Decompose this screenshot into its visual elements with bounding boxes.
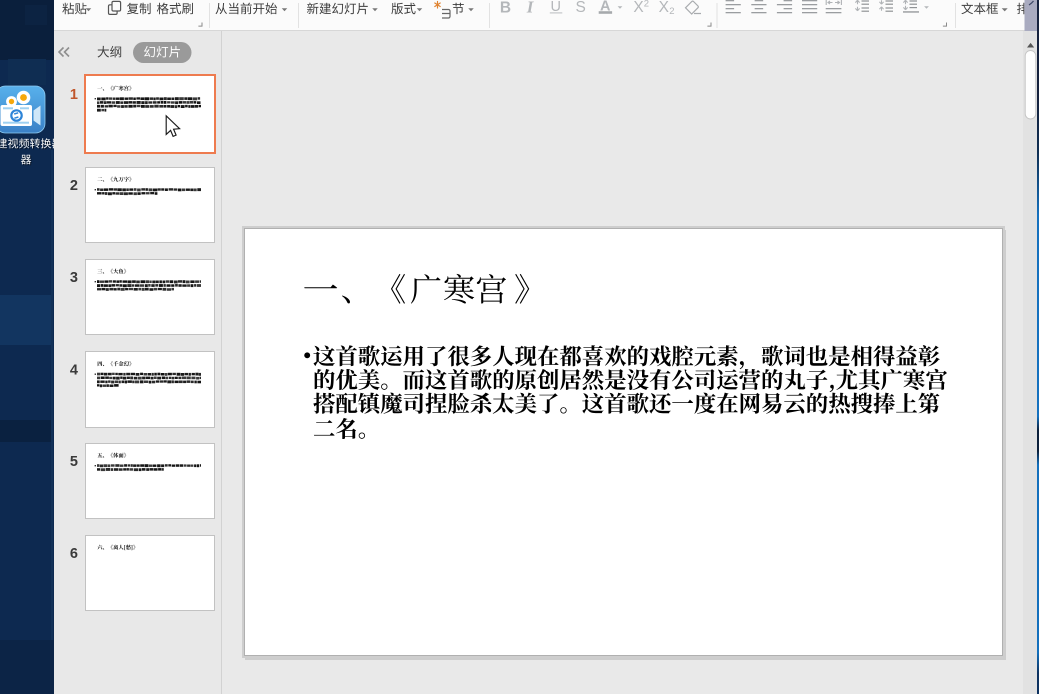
svg-text:2: 2 [70,178,78,194]
svg-text:X: X [633,0,644,16]
svg-text:6: 6 [70,546,78,562]
svg-text:B: B [500,0,511,16]
svg-text:5: 5 [70,454,78,470]
svg-text:X: X [659,0,670,16]
svg-text:3: 3 [70,270,78,286]
svg-text:S: S [576,0,586,16]
svg-text:I: I [526,0,535,16]
svg-text:4: 4 [70,363,78,379]
svg-text:1: 1 [70,87,78,103]
svg-text:2: 2 [669,6,674,17]
svg-text:2: 2 [644,0,649,9]
